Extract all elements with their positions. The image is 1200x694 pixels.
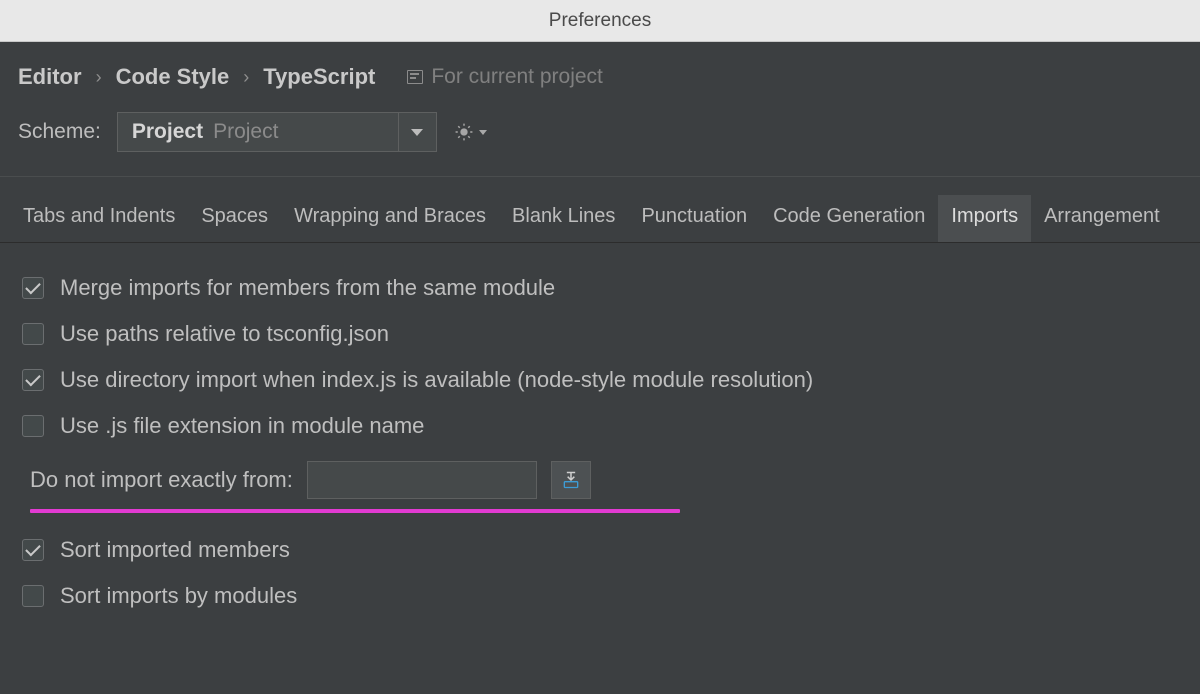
- breadcrumb-sep: ›: [96, 67, 102, 88]
- options-panel: Merge imports for members from the same …: [0, 243, 1200, 629]
- do-not-import-label: Do not import exactly from:: [30, 467, 293, 493]
- window-title: Preferences: [549, 10, 651, 32]
- breadcrumb-item-typescript[interactable]: TypeScript: [263, 64, 375, 90]
- option-label: Sort imported members: [60, 537, 290, 563]
- breadcrumb-item-codestyle[interactable]: Code Style: [116, 64, 230, 90]
- scheme-row: Scheme: Project Project: [0, 108, 1200, 176]
- option-label: Sort imports by modules: [60, 583, 297, 609]
- expand-list-button[interactable]: [551, 461, 591, 499]
- expand-icon: [561, 470, 581, 490]
- scheme-select[interactable]: Project Project: [117, 112, 437, 152]
- chevron-down-icon: [479, 130, 487, 135]
- option-use-js-extension[interactable]: Use .js file extension in module name: [22, 403, 1178, 449]
- chevron-down-icon: [411, 129, 423, 136]
- breadcrumb-sep: ›: [243, 67, 249, 88]
- option-use-paths-relative[interactable]: Use paths relative to tsconfig.json: [22, 311, 1178, 357]
- tab-code-generation[interactable]: Code Generation: [760, 195, 938, 242]
- option-sort-imports-by-modules[interactable]: Sort imports by modules: [22, 573, 1178, 619]
- tab-wrapping-and-braces[interactable]: Wrapping and Braces: [281, 195, 499, 242]
- option-do-not-import: Do not import exactly from:: [22, 449, 1178, 505]
- option-label: Use directory import when index.js is av…: [60, 367, 813, 393]
- checkbox-use-directory-import[interactable]: [22, 369, 44, 391]
- content-area: Editor › Code Style › TypeScript For cur…: [0, 42, 1200, 629]
- option-label: Use .js file extension in module name: [60, 413, 424, 439]
- checkbox-sort-imports-by-modules[interactable]: [22, 585, 44, 607]
- tab-blank-lines[interactable]: Blank Lines: [499, 195, 628, 242]
- checkbox-sort-imported-members[interactable]: [22, 539, 44, 561]
- option-use-directory-import[interactable]: Use directory import when index.js is av…: [22, 357, 1178, 403]
- option-sort-imported-members[interactable]: Sort imported members: [22, 527, 1178, 573]
- tabs-bar: Tabs and Indents Spaces Wrapping and Bra…: [0, 177, 1200, 243]
- breadcrumb-item-editor[interactable]: Editor: [18, 64, 82, 90]
- option-merge-imports[interactable]: Merge imports for members from the same …: [22, 265, 1178, 311]
- tab-arrangement[interactable]: Arrangement: [1031, 195, 1173, 242]
- option-label: Merge imports for members from the same …: [60, 275, 555, 301]
- gear-icon: [453, 121, 475, 143]
- tab-spaces[interactable]: Spaces: [188, 195, 281, 242]
- checkbox-merge-imports[interactable]: [22, 277, 44, 299]
- tab-imports[interactable]: Imports: [938, 195, 1031, 242]
- tab-punctuation[interactable]: Punctuation: [628, 195, 760, 242]
- scheme-value-bold: Project: [132, 120, 203, 144]
- scheme-value: Project Project: [118, 120, 398, 144]
- do-not-import-input[interactable]: [307, 461, 537, 499]
- titlebar: Preferences: [0, 0, 1200, 42]
- scheme-label: Scheme:: [18, 120, 101, 144]
- scheme-value-muted: Project: [213, 120, 278, 144]
- checkbox-use-js-extension[interactable]: [22, 415, 44, 437]
- tab-tabs-and-indents[interactable]: Tabs and Indents: [10, 195, 188, 242]
- scheme-dropdown-button[interactable]: [398, 113, 436, 151]
- highlight-underline: [30, 509, 680, 513]
- scheme-settings-button[interactable]: [453, 121, 487, 143]
- scope-label: For current project: [431, 65, 603, 89]
- breadcrumb: Editor › Code Style › TypeScript For cur…: [0, 42, 1200, 108]
- checkbox-use-paths-relative[interactable]: [22, 323, 44, 345]
- scope-indicator: For current project: [407, 65, 603, 89]
- option-label: Use paths relative to tsconfig.json: [60, 321, 389, 347]
- project-scope-icon: [407, 70, 423, 84]
